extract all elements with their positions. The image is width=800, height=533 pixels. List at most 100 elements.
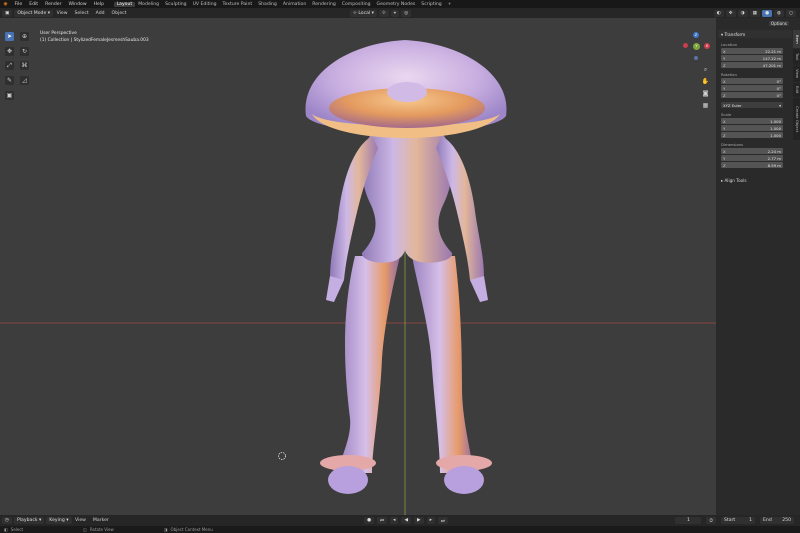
xray-icon[interactable]: ▦ [749,9,760,17]
gizmo-toggle-icon[interactable]: ✥ [725,9,736,17]
orientation-dropdown[interactable]: ⊹ Local ▾ [350,9,377,17]
add-cube-tool[interactable]: ▣ [5,91,14,100]
prev-key-icon[interactable]: ◂ [390,517,399,524]
dimensions-y-field[interactable]: Y 2.77 m [721,155,783,161]
align-tools-panel-header[interactable]: ▸ Align Tools [718,176,792,184]
select-box-tool[interactable]: ➤ [5,32,14,41]
tab-sculpting[interactable]: Sculpting [162,2,189,7]
timeline-menu-view[interactable]: View [72,518,90,523]
move-tool[interactable]: ✥ [5,47,14,56]
annotate-tool[interactable]: ✎ [5,76,14,85]
tab-texture-paint[interactable]: Texture Paint [220,2,256,7]
mode-dropdown[interactable]: Object Mode ▾ [14,9,54,17]
tab-geometry-nodes[interactable]: Geometry Nodes [374,2,419,7]
end-frame-field[interactable]: End 250 [760,517,794,524]
location-z-field[interactable]: Z 47.201 m [721,62,783,68]
timeline-menu-marker[interactable]: Marker [89,518,112,523]
menu-add[interactable]: Add [92,11,108,16]
jump-end-icon[interactable]: ⏭ [437,517,449,524]
dimensions-z-field[interactable]: Z 8.59 m [721,162,783,168]
rotation-y-field[interactable]: Y 0° [721,85,783,91]
tab-modeling[interactable]: Modeling [135,2,162,7]
blender-logo-icon[interactable]: ◉ [0,2,11,7]
grid-perspective-icon[interactable]: ▦ [701,101,710,110]
tab-layout[interactable]: Layout [113,1,136,7]
snap-icon[interactable]: ⌖ [390,9,400,17]
navigation-gizmo[interactable]: Z X Y [680,30,714,64]
tab-compositing[interactable]: Compositing [339,2,374,7]
menu-edit[interactable]: Edit [26,2,42,7]
menu-view[interactable]: View [53,11,71,16]
overlay-toggle-icon[interactable]: ◑ [737,9,748,17]
gizmo-x-axis[interactable]: X [704,43,710,49]
cursor-tool[interactable]: ⊕ [20,32,29,41]
menu-window[interactable]: Window [65,2,90,7]
menu-file[interactable]: File [11,2,26,7]
measure-tool[interactable]: ◿ [20,76,29,85]
location-x-field[interactable]: X 22.21 m [721,48,783,54]
location-y-field[interactable]: Y 147.22 m [721,55,783,61]
scale-tool[interactable]: ⤢ [5,61,14,70]
menu-help[interactable]: Help [90,2,107,7]
gizmo-y-axis[interactable]: Y [693,43,700,50]
camera-icon[interactable]: ◙ [701,89,710,98]
play-reverse-icon[interactable]: ◀ [401,517,412,524]
record-button[interactable]: ● [364,517,375,524]
preview-range-icon[interactable]: ⏱ [706,517,716,524]
transform-panel-header[interactable]: ▾ Transform [718,30,792,38]
shading-material-icon[interactable]: ◍ [773,9,784,17]
field-value: 147.22 m [762,55,781,61]
rotation-mode-dropdown[interactable]: XYZ Euler ▾ [721,102,783,108]
align-tools-label: Align Tools [724,177,747,183]
start-frame-field[interactable]: Start 1 [721,517,755,524]
zoom-icon[interactable]: ⌕ [701,65,710,74]
tab-item[interactable]: Item [793,30,800,48]
pivot-icon[interactable]: ⟐ [379,9,389,17]
dimensions-x-field[interactable]: X 2.24 m [721,148,783,154]
scale-x-field[interactable]: X 1.000 [721,118,783,124]
rotation-z-field[interactable]: Z 0° [721,92,783,98]
jump-start-icon[interactable]: ⏮ [377,517,388,524]
current-frame-field[interactable]: 1 [675,517,702,524]
play-icon[interactable]: ▶ [414,517,424,524]
tab-scripting[interactable]: Scripting [418,2,444,7]
editor-type-button[interactable]: ▣ [2,9,13,17]
orientation-label: Local [358,10,371,16]
timeline-editor-icon[interactable]: ◷ [2,517,13,524]
gizmo-neg-x-axis[interactable] [683,43,688,48]
menu-render[interactable]: Render [42,2,65,7]
3d-viewport[interactable]: User Perspective (1) Collection | Styliz… [0,18,716,515]
keying-dropdown[interactable]: Keying ▾ [46,517,72,524]
gizmo-neg-z-axis[interactable] [694,56,698,60]
tab-view[interactable]: View [793,66,800,82]
options-button[interactable]: Options [716,18,793,28]
transform-tool[interactable]: ⌘ [20,61,29,70]
tab-uv-editing[interactable]: UV Editing [190,2,220,7]
shading-solid-icon[interactable]: ● [761,9,772,17]
playback-dropdown[interactable]: Playback ▾ [14,517,45,524]
tab-create-object[interactable]: Create Object [793,98,800,140]
scale-y-field[interactable]: Y 1.000 [721,125,783,131]
menu-select[interactable]: Select [71,11,92,16]
field-value: 0° [776,85,781,91]
axis-label: Z [723,92,726,98]
pan-hand-icon[interactable]: ✋ [701,77,710,86]
add-workspace-button[interactable]: + [445,2,455,7]
rotate-tool[interactable]: ↻ [20,47,29,56]
tab-edit[interactable]: Edit [793,83,800,97]
field-value: 1.000 [770,125,781,131]
tab-animation[interactable]: Animation [280,2,309,7]
visibility-icon[interactable]: ◐ [713,9,724,17]
scale-z-field[interactable]: Z 1.000 [721,132,783,138]
gizmo-z-axis[interactable]: Z [693,32,699,38]
next-key-icon[interactable]: ▸ [426,517,435,524]
shading-rendered-icon[interactable]: ○ [785,9,796,17]
proportional-edit-icon[interactable]: ◎ [401,9,412,17]
tab-rendering[interactable]: Rendering [309,2,338,7]
tab-shading[interactable]: Shading [255,2,280,7]
field-value: 2.24 m [767,148,781,154]
rotation-x-field[interactable]: X 0° [721,78,783,84]
tab-tool[interactable]: Tool [793,49,800,65]
status-context: Object Context Menu [170,527,213,532]
menu-object[interactable]: Object [108,11,130,16]
